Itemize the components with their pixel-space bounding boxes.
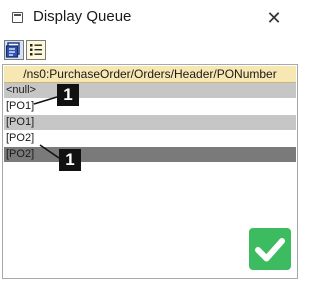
callout-marker: 1: [59, 149, 81, 171]
queue-row[interactable]: [PO2]: [4, 131, 296, 146]
display-queue-window: Display Queue ✕ /ns0:PurchaseOrder/Order…: [0, 0, 300, 281]
ok-button[interactable]: [249, 228, 291, 270]
checkmark-icon: [255, 238, 285, 262]
queue-row[interactable]: [PO2]: [4, 147, 296, 162]
queue-row[interactable]: [PO1]: [4, 99, 296, 114]
window-title: Display Queue: [33, 8, 132, 25]
context-queue-icon: [5, 42, 20, 58]
window-icon: [12, 12, 23, 23]
context-queue-button[interactable]: [4, 40, 24, 60]
queue-row[interactable]: [PO1]: [4, 115, 296, 130]
callout-marker: 1: [57, 84, 79, 106]
queue-row[interactable]: <null>: [4, 83, 296, 98]
close-button[interactable]: ✕: [258, 4, 290, 32]
column-header: /ns0:PurchaseOrder/Orders/Header/PONumbe…: [4, 66, 296, 83]
close-icon: ✕: [266, 8, 282, 28]
list-view-button[interactable]: [26, 40, 46, 60]
toolbar: [0, 38, 300, 62]
list-view-icon: [30, 44, 42, 56]
title-bar: Display Queue ✕: [0, 0, 300, 36]
